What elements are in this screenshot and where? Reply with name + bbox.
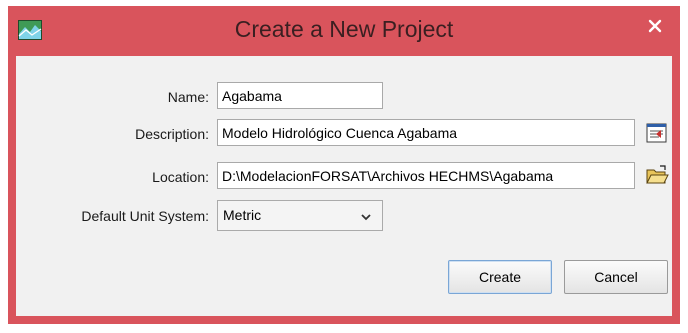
title-bar[interactable]: Create a New Project	[8, 6, 680, 56]
chevron-down-icon	[361, 214, 371, 221]
browse-folder-button[interactable]	[645, 164, 669, 188]
description-editor-button[interactable]	[645, 121, 669, 145]
dialog-body: Name: Agabama Description: Modelo Hidrol…	[16, 56, 672, 316]
close-button[interactable]	[636, 12, 674, 40]
create-button[interactable]: Create	[448, 260, 552, 294]
name-input[interactable]: Agabama	[217, 82, 383, 109]
name-label: Name:	[167, 89, 209, 105]
unit-system-label: Default Unit System:	[81, 208, 209, 224]
create-project-dialog: Create a New Project Name: Agabama Descr…	[8, 6, 680, 324]
unit-system-value: Metric	[223, 207, 262, 223]
close-icon	[648, 19, 662, 33]
description-label: Description:	[135, 126, 209, 142]
unit-system-select[interactable]: Metric	[217, 200, 383, 231]
location-label: Location:	[152, 169, 209, 185]
location-input[interactable]: D:\ModelacionFORSAT\Archivos HECHMS\Agab…	[217, 162, 635, 189]
dialog-title: Create a New Project	[234, 16, 454, 42]
folder-open-icon	[646, 165, 669, 184]
cancel-button[interactable]: Cancel	[564, 260, 668, 294]
description-input[interactable]: Modelo Hidrológico Cuenca Agabama	[217, 119, 635, 146]
description-editor-icon	[646, 123, 667, 143]
